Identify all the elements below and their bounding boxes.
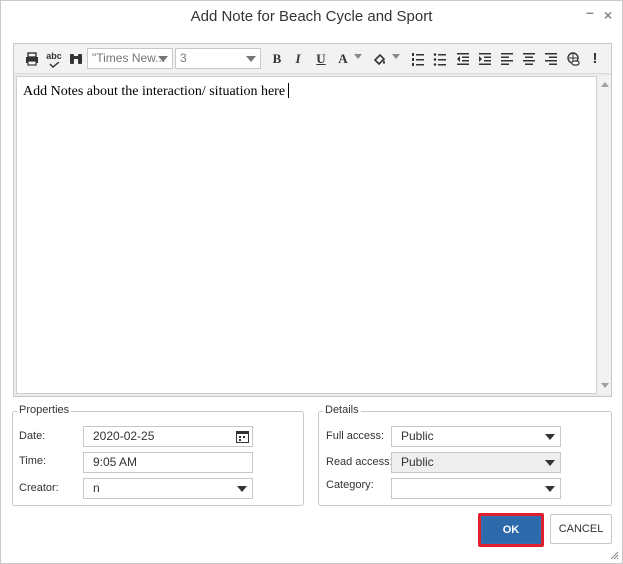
spellcheck-icon[interactable]: abc: [45, 50, 63, 68]
details-legend: Details: [323, 404, 361, 416]
note-text-area[interactable]: Add Notes about the interaction/ situati…: [16, 76, 597, 394]
time-label: Time:: [19, 455, 47, 467]
time-value: 9:05 AM: [93, 455, 138, 469]
date-value: 2020-02-25: [93, 429, 155, 443]
link-icon[interactable]: [564, 50, 582, 68]
bold-icon[interactable]: B: [268, 50, 286, 68]
resize-grip-icon[interactable]: [609, 550, 619, 560]
add-note-dialog: Add Note for Beach Cycle and Sport – × a…: [0, 0, 623, 564]
bulleted-list-icon[interactable]: [431, 50, 449, 68]
full-access-label: Full access:: [326, 430, 385, 442]
dialog-title: Add Note for Beach Cycle and Sport: [190, 8, 433, 25]
category-label: Category:: [326, 479, 374, 491]
chevron-down-icon: [545, 434, 555, 440]
title-bar[interactable]: Add Note for Beach Cycle and Sport – ×: [1, 1, 622, 33]
font-size-select[interactable]: 3: [175, 48, 261, 69]
date-label: Date:: [19, 430, 46, 442]
outdent-icon[interactable]: [454, 50, 472, 68]
scroll-down-icon[interactable]: [601, 383, 609, 388]
font-size-value: 3: [180, 51, 187, 65]
note-content: Add Notes about the interaction/ situati…: [23, 84, 286, 99]
chevron-down-icon: [545, 460, 555, 466]
creator-value: n: [93, 481, 100, 495]
time-field[interactable]: 9:05 AM: [83, 452, 253, 473]
date-field[interactable]: 2020-02-25: [83, 426, 253, 447]
spellcheck-label: abc: [46, 51, 62, 61]
cancel-button[interactable]: CANCEL: [550, 514, 612, 544]
creator-label: Creator:: [19, 482, 59, 494]
chevron-down-icon: [246, 56, 256, 62]
rich-text-editor: abc "Times New... 3 B I U A ! Add Notes …: [13, 43, 612, 397]
ok-button-label: OK: [483, 518, 539, 542]
chevron-down-icon: [545, 486, 555, 492]
align-center-icon[interactable]: [520, 50, 538, 68]
details-group: Details Full access: Public Read access:…: [318, 404, 612, 506]
read-access-label: Read access:: [326, 456, 393, 468]
scroll-up-icon[interactable]: [601, 82, 609, 87]
font-family-select[interactable]: "Times New...: [87, 48, 173, 69]
chevron-down-icon[interactable]: [387, 50, 405, 68]
editor-toolbar: abc "Times New... 3 B I U A !: [14, 44, 611, 74]
indent-icon[interactable]: [476, 50, 494, 68]
full-access-value: Public: [401, 429, 434, 443]
creator-select[interactable]: n: [83, 478, 253, 499]
calendar-icon[interactable]: [236, 430, 249, 443]
properties-legend: Properties: [17, 404, 72, 416]
italic-icon[interactable]: I: [289, 50, 307, 68]
editor-scrollbar[interactable]: [598, 76, 611, 394]
print-icon[interactable]: [23, 50, 41, 68]
numbered-list-icon[interactable]: [409, 50, 427, 68]
align-left-icon[interactable]: [498, 50, 516, 68]
close-icon[interactable]: ×: [604, 7, 612, 23]
chevron-down-icon: [237, 486, 247, 492]
underline-icon[interactable]: U: [312, 50, 330, 68]
align-right-icon[interactable]: [542, 50, 560, 68]
important-icon[interactable]: !: [586, 50, 604, 68]
text-caret: [288, 83, 290, 98]
ok-button[interactable]: OK: [478, 513, 544, 547]
category-select[interactable]: [391, 478, 561, 499]
chevron-down-icon[interactable]: [349, 50, 367, 68]
minimize-icon[interactable]: –: [586, 4, 594, 20]
read-access-select[interactable]: Public: [391, 452, 561, 473]
full-access-select[interactable]: Public: [391, 426, 561, 447]
read-access-value: Public: [401, 455, 434, 469]
properties-group: Properties Date: 2020-02-25 Time: 9:05 A…: [12, 404, 304, 506]
find-icon[interactable]: [67, 50, 85, 68]
font-family-value: "Times New...: [92, 51, 166, 65]
chevron-down-icon: [158, 56, 168, 62]
